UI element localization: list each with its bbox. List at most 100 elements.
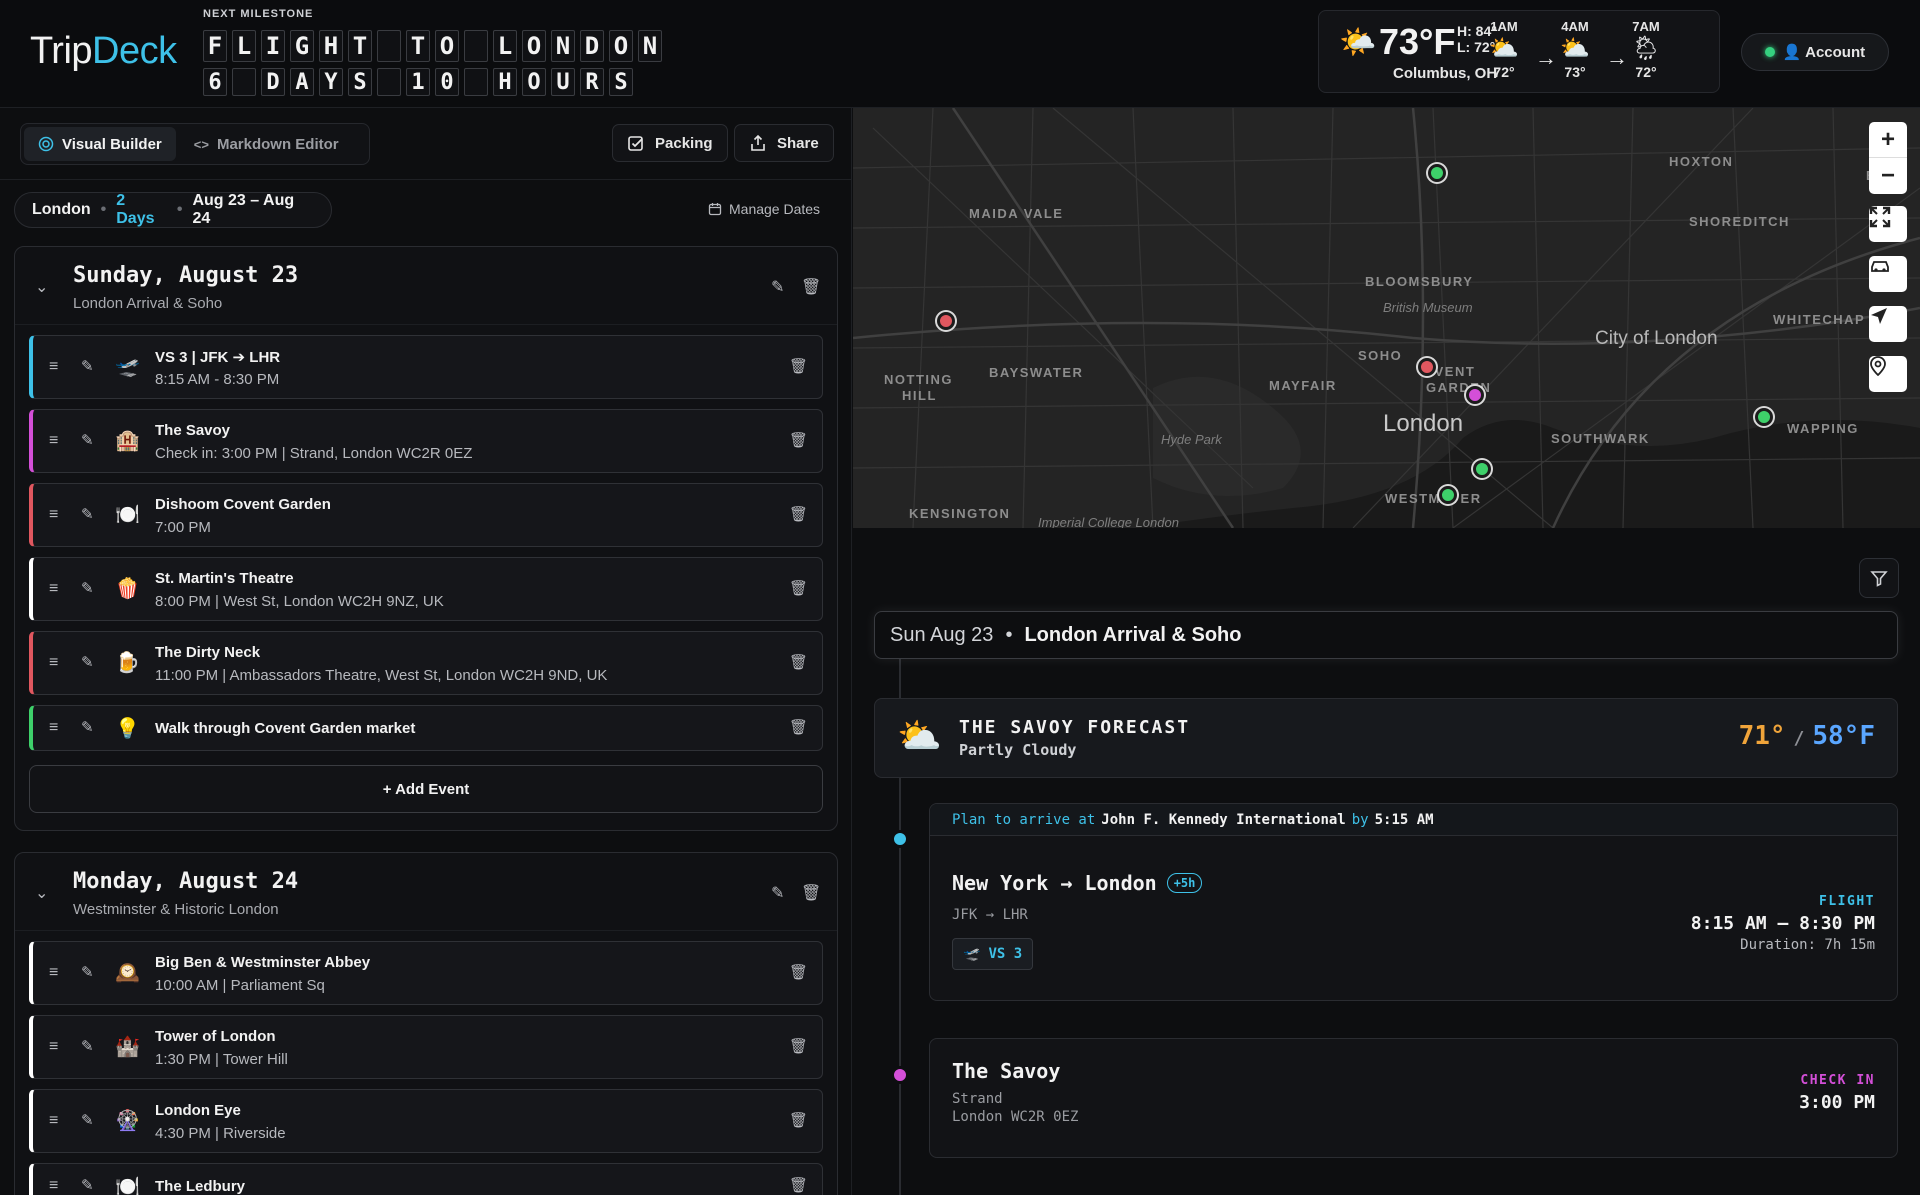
flap-tile: H	[319, 30, 343, 62]
delete-event-icon[interactable]: 🗑	[789, 1176, 808, 1194]
weather-widget[interactable]: 🌤️ 73°F H: 84° L: 72° Columbus, OH 1AM ⛅ …	[1318, 10, 1720, 93]
delete-event-icon[interactable]: 🗑	[789, 357, 808, 375]
event-row[interactable]: ≡ ✎ 🏰 Tower of London 1:30 PM | Tower Hill 🗑	[29, 1015, 823, 1079]
separator-dot: •	[176, 201, 183, 218]
map-pin-red[interactable]	[937, 312, 955, 330]
day-header: ⌄ Sunday, August 23 London Arrival & Soh…	[15, 247, 837, 325]
edit-event-icon[interactable]: ✎	[81, 963, 94, 981]
drag-handle-icon[interactable]: ≡	[49, 580, 58, 598]
map-pin-magenta[interactable]	[1466, 386, 1484, 404]
event-details: 10:00 AM | Parliament Sq	[155, 977, 325, 994]
flap-tile: F	[203, 30, 227, 62]
delete-event-icon[interactable]: 🗑	[789, 1037, 808, 1055]
driving-mode-button[interactable]	[1869, 256, 1907, 292]
map-label-soho: SOHO	[1358, 348, 1403, 363]
delete-event-icon[interactable]: 🗑	[789, 579, 808, 597]
drag-handle-icon[interactable]: ≡	[49, 506, 58, 524]
map-pin-green[interactable]	[1755, 408, 1773, 426]
packing-button[interactable]: Packing	[612, 124, 728, 162]
zoom-out-button[interactable]: −	[1869, 158, 1907, 194]
add-event-button[interactable]: + Add Event	[29, 765, 823, 813]
online-status-icon	[1764, 47, 1775, 57]
markdown-editor-tab[interactable]: <> Markdown Editor	[180, 127, 353, 161]
edit-day-icon[interactable]: ✎	[771, 883, 784, 903]
delete-event-icon[interactable]: 🗑	[789, 431, 808, 449]
edit-event-icon[interactable]: ✎	[81, 1037, 94, 1055]
flap-tile: 1	[406, 68, 430, 96]
share-button[interactable]: Share	[734, 124, 834, 162]
manage-dates-button[interactable]: Manage Dates	[708, 201, 820, 217]
drag-handle-icon[interactable]: ≡	[49, 1112, 58, 1130]
delete-event-icon[interactable]: 🗑	[789, 505, 808, 523]
flap-tile: O	[522, 30, 546, 62]
map-pin-green[interactable]	[1428, 164, 1446, 182]
flight-number-chip[interactable]: 🛫 VS 3	[952, 938, 1034, 970]
day-card-sunday: ⌄ Sunday, August 23 London Arrival & Soh…	[14, 246, 838, 831]
edit-event-icon[interactable]: ✎	[81, 505, 94, 523]
event-row[interactable]: ≡ ✎ 🏨 The Savoy Check in: 3:00 PM | Strand, …	[29, 409, 823, 473]
hotel-name: The Savoy	[952, 1059, 1061, 1083]
edit-event-icon[interactable]: ✎	[81, 579, 94, 597]
edit-day-icon[interactable]: ✎	[771, 277, 784, 297]
chevron-down-icon[interactable]: ⌄	[35, 883, 48, 903]
flap-tile: S	[609, 68, 633, 96]
drag-handle-icon[interactable]: ≡	[49, 432, 58, 450]
edit-event-icon[interactable]: ✎	[81, 1176, 94, 1194]
delete-day-icon[interactable]: 🗑	[801, 277, 821, 297]
visual-builder-tab[interactable]: Visual Builder	[24, 127, 176, 161]
drag-handle-icon[interactable]: ≡	[49, 358, 58, 376]
forecast-slash: /	[1793, 728, 1805, 749]
event-row[interactable]: ≡ ✎ 🍽️ Dishoom Covent Garden 7:00 PM 🗑	[29, 483, 823, 547]
event-row[interactable]: ≡ ✎ 🎡 London Eye 4:30 PM | Riverside 🗑	[29, 1089, 823, 1153]
edit-event-icon[interactable]: ✎	[81, 653, 94, 671]
event-row[interactable]: ≡ ✎ 🍽️ The Ledbury 🗑	[29, 1163, 823, 1195]
edit-event-icon[interactable]: ✎	[81, 1111, 94, 1129]
drag-handle-icon[interactable]: ≡	[49, 1038, 58, 1056]
partly-sunny-icon: ⛅	[1489, 35, 1519, 62]
delete-event-icon[interactable]: 🗑	[789, 1111, 808, 1129]
arrival-banner: Plan to arrive at John F. Kennedy Intern…	[930, 804, 1897, 836]
delete-event-icon[interactable]: 🗑	[789, 653, 808, 671]
map-label-westminster: WESTMI TER	[1385, 491, 1482, 506]
map-label-whitechapel: WHITECHAP	[1773, 312, 1866, 327]
chevron-down-icon[interactable]: ⌄	[35, 277, 48, 297]
event-row[interactable]: ≡ ✎ 🕰️ Big Ben & Westminster Abbey 10:00 AM …	[29, 941, 823, 1005]
event-row[interactable]: ≡ ✎ 💡 Walk through Covent Garden market 🗑	[29, 705, 823, 751]
flight-card[interactable]: Plan to arrive at John F. Kennedy Intern…	[929, 803, 1898, 1001]
delete-day-icon[interactable]: 🗑	[801, 883, 821, 903]
edit-event-icon[interactable]: ✎	[81, 357, 94, 375]
event-title: Big Ben & Westminster Abbey	[155, 954, 371, 971]
filter-button[interactable]	[1859, 558, 1899, 598]
drag-handle-icon[interactable]: ≡	[49, 719, 58, 737]
map-pin-green[interactable]	[1473, 460, 1491, 478]
car-icon	[1871, 261, 1889, 272]
share-icon	[751, 134, 765, 151]
delete-event-icon[interactable]: 🗑	[789, 718, 808, 736]
separator-dot: •	[1005, 623, 1013, 646]
drag-handle-icon[interactable]: ≡	[49, 654, 58, 672]
event-row[interactable]: ≡ ✎ 🍺 The Dirty Neck 11:00 PM | Ambassadors …	[29, 631, 823, 695]
airport-codes: JFK → LHR	[952, 907, 1028, 923]
drag-handle-icon[interactable]: ≡	[49, 1177, 58, 1195]
map-pin-red[interactable]	[1418, 358, 1436, 376]
drag-handle-icon[interactable]: ≡	[49, 964, 58, 982]
app-logo[interactable]: TripDeck	[30, 30, 177, 73]
zoom-in-button[interactable]: +	[1869, 122, 1907, 158]
hotel-card[interactable]: The Savoy Strand London WC2R 0EZ CHECK I…	[929, 1038, 1898, 1158]
account-button[interactable]: 👤 Account	[1741, 33, 1889, 71]
trip-city: London	[32, 201, 91, 218]
fullscreen-button[interactable]	[1869, 206, 1907, 242]
trip-map[interactable]: MAIDA VALE HOXTON SHOREDITCH B BLOOMSBUR…	[853, 108, 1920, 528]
locate-me-button[interactable]	[1869, 306, 1907, 342]
trip-summary-pill[interactable]: London • 2 Days • Aug 23 – Aug 24	[14, 192, 332, 228]
delete-event-icon[interactable]: 🗑	[789, 963, 808, 981]
event-row[interactable]: ≡ ✎ 🍿 St. Martin's Theatre 8:00 PM | West St…	[29, 557, 823, 621]
forecast-temps: 71° / 58°F	[1739, 721, 1875, 751]
map-pin-green[interactable]	[1439, 486, 1457, 504]
edit-event-icon[interactable]: ✎	[81, 431, 94, 449]
event-row[interactable]: ≡ ✎ 🛫 VS 3 | JFK ➔ LHR 8:15 AM - 8:30 PM 🗑	[29, 335, 823, 399]
edit-event-icon[interactable]: ✎	[81, 718, 94, 736]
places-button[interactable]	[1869, 356, 1907, 392]
partly-sunny-icon: ⛅	[1560, 35, 1590, 62]
hour-time: 1AM	[1490, 19, 1518, 34]
